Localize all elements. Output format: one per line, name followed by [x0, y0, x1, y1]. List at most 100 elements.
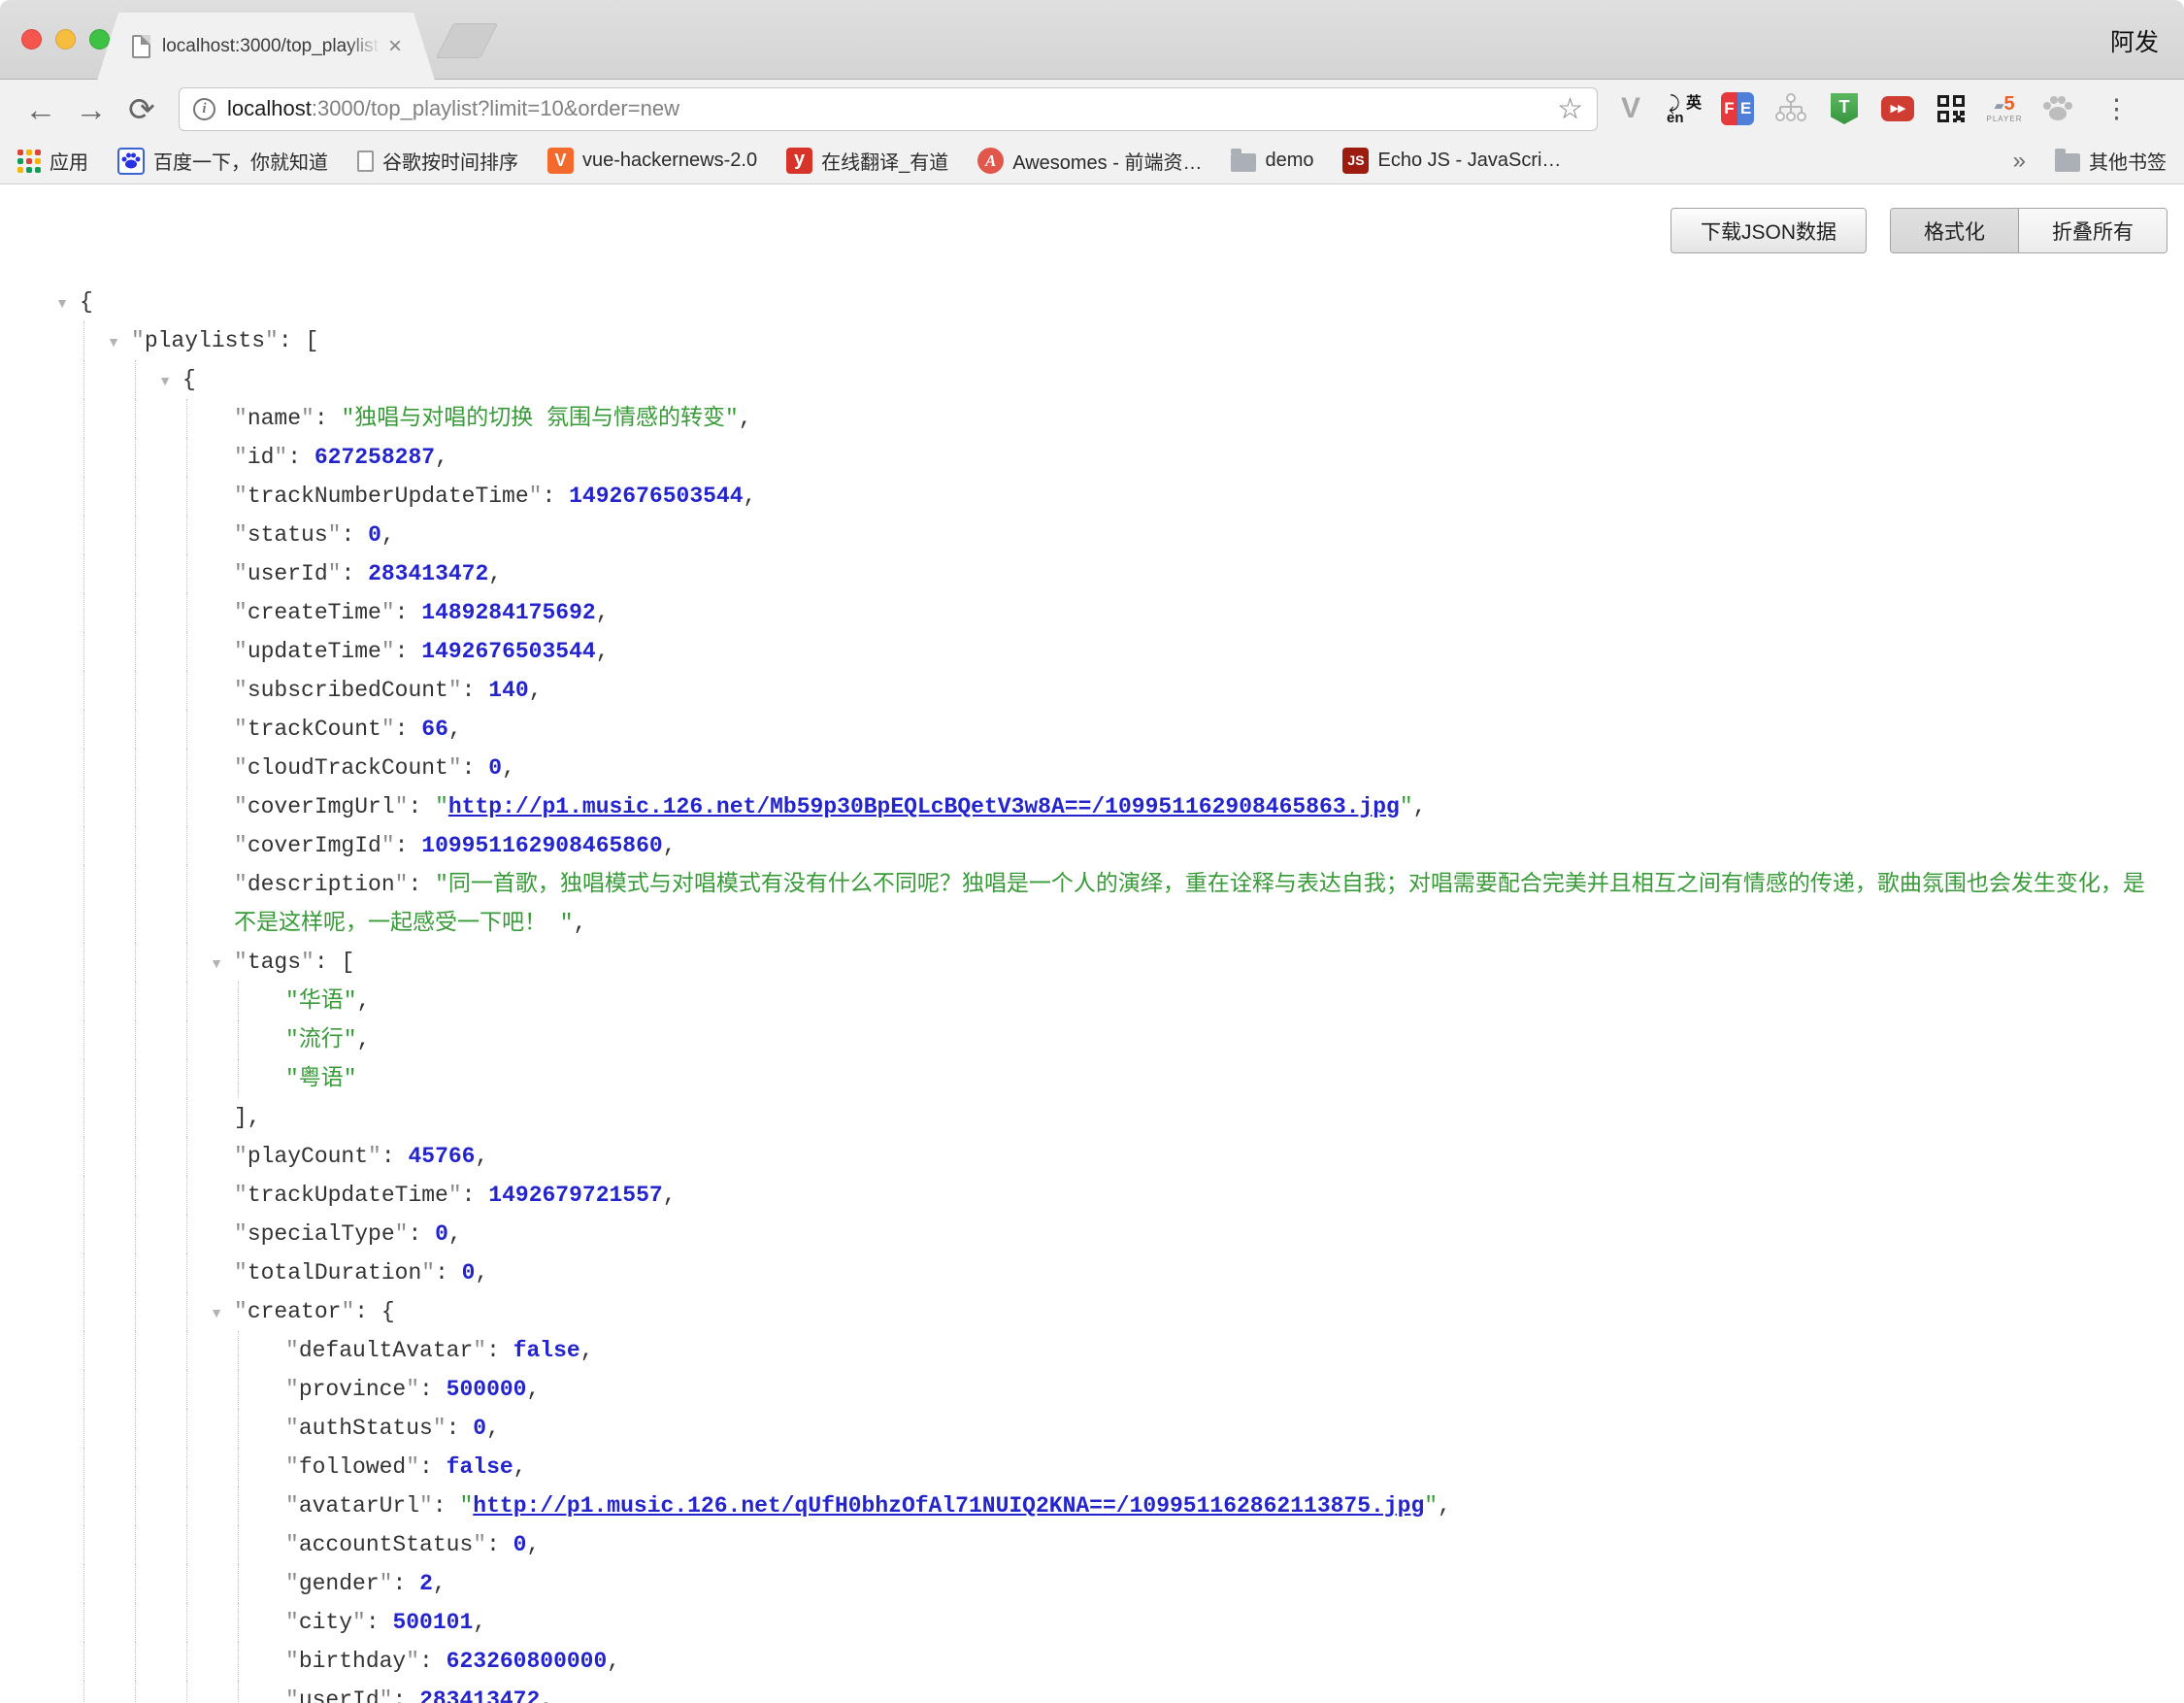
bookmark-baidu[interactable]: 百度一下，你就知道 — [117, 147, 328, 175]
other-bookmarks[interactable]: 其他书签 — [2055, 147, 2167, 175]
json-url-link[interactable]: http://p1.music.126.net/Mb59p30BpEQLcBQe… — [448, 794, 1400, 819]
indent-guide-line — [186, 1642, 187, 1681]
indent-guide-line — [186, 710, 187, 749]
qrcode-extension-icon[interactable] — [1934, 91, 1969, 126]
bookmark-google-sort[interactable]: 谷歌按时间排序 — [357, 147, 518, 175]
reload-button[interactable]: ⟳ — [116, 93, 167, 125]
collapse-toggle-icon[interactable]: ▼ — [102, 322, 125, 361]
indent-guide-line — [83, 671, 84, 710]
page-icon — [132, 35, 150, 58]
url-text: localhost:3000/top_playlist?limit=10&ord… — [227, 96, 679, 121]
fe-letter-f: F — [1721, 92, 1737, 125]
indent-guide-line — [186, 1331, 187, 1370]
indent-guide-line — [135, 1253, 136, 1292]
json-number-value: 1492679721557 — [488, 1183, 662, 1208]
tab-close-icon[interactable]: × — [388, 35, 402, 58]
page-content: 下载JSON数据 格式化 折叠所有 ▼{▼"playlists": [▼{"na… — [0, 184, 2184, 1703]
profile-name[interactable]: 阿发 — [2110, 23, 2159, 58]
minimize-window-button[interactable] — [55, 29, 76, 50]
fullscreen-window-button[interactable] — [89, 29, 110, 50]
video-speed-extension-icon[interactable]: ▶▶ — [1880, 91, 1915, 126]
indent-guide-line — [238, 1681, 239, 1703]
json-viewer-actions: 下载JSON数据 格式化 折叠所有 — [0, 184, 2184, 253]
indent-guide-line — [186, 1253, 187, 1292]
indent-guide-line — [83, 1642, 84, 1681]
indent-guide-line — [135, 943, 136, 982]
fehelper-glyph: FE — [1721, 92, 1754, 125]
indent-guide-line — [186, 477, 187, 516]
back-button[interactable]: ← — [16, 93, 66, 125]
bookmarks-overflow-chevron[interactable]: » — [2013, 148, 2026, 175]
indent-guide-line — [186, 1603, 187, 1642]
collapse-toggle-icon[interactable]: ▼ — [50, 284, 74, 322]
format-button[interactable]: 格式化 — [1891, 209, 2019, 252]
html5-player-extension-icon[interactable]: ▰5 PLAYER — [1987, 91, 2022, 126]
json-number-value: 500101 — [392, 1610, 473, 1635]
json-line: "accountStatus": 0, — [0, 1525, 2163, 1564]
indent-guide-line — [238, 1642, 239, 1681]
indent-guide-line — [135, 360, 136, 399]
vue-devtools-icon[interactable]: V — [1613, 91, 1648, 126]
indent-guide-line — [135, 865, 136, 943]
bookmark-apps[interactable]: 应用 — [17, 147, 88, 175]
indent-guide-line — [186, 749, 187, 787]
bookmark-demo-folder[interactable]: demo — [1231, 150, 1313, 172]
collapse-toggle-icon[interactable]: ▼ — [205, 1293, 228, 1332]
indent-guide-line — [135, 1486, 136, 1525]
translate-extension-icon[interactable]: ⤸ 英 en — [1667, 91, 1702, 126]
json-number-value: false — [447, 1454, 513, 1480]
indent-guide-line — [238, 1486, 239, 1525]
browser-tab[interactable]: localhost:3000/top_playlist?limit=10&ord… — [97, 13, 435, 81]
json-line: ▼{ — [0, 283, 2163, 321]
collapse-all-button[interactable]: 折叠所有 — [2019, 209, 2167, 252]
indent-guide-line — [83, 554, 84, 593]
youdao-badge-icon: y — [786, 148, 812, 174]
indent-guide-line — [83, 1370, 84, 1409]
json-number-value: 66 — [421, 717, 448, 742]
json-number-value: false — [513, 1338, 580, 1363]
json-number-value: 140 — [488, 678, 528, 703]
page-info-icon[interactable]: i — [193, 98, 215, 120]
indent-guide-line — [186, 1176, 187, 1215]
fehelper-extension-icon[interactable]: FE — [1720, 91, 1755, 126]
indent-guide-line — [135, 1603, 136, 1642]
bookmark-vue-hackernews[interactable]: V vue-hackernews-2.0 — [547, 148, 757, 174]
indent-guide-line — [135, 1292, 136, 1331]
json-url-link[interactable]: http://p1.music.126.net/qUfH0bhzOfAl71NU… — [473, 1493, 1424, 1519]
json-number-value: 627258287 — [314, 445, 435, 470]
json-number-value: 0 — [488, 755, 502, 781]
browser-toolbar: ← → ⟳ i localhost:3000/top_playlist?limi… — [0, 80, 2184, 138]
indent-guide-line — [186, 1564, 187, 1603]
close-window-button[interactable] — [21, 29, 42, 50]
bookmark-awesomes[interactable]: A Awesomes - 前端资… — [977, 147, 1202, 175]
shield-glyph: T — [1831, 93, 1858, 124]
tab-title-fade — [347, 36, 381, 57]
indent-guide-line — [83, 399, 84, 438]
forward-button[interactable]: → — [66, 93, 116, 125]
indent-guide-line — [83, 1448, 84, 1486]
echojs-badge-icon: JS — [1342, 148, 1369, 174]
json-line: "city": 500101, — [0, 1603, 2163, 1642]
indent-guide-line — [135, 671, 136, 710]
bookmark-star-icon[interactable]: ☆ — [1557, 92, 1583, 126]
collapse-toggle-icon[interactable]: ▼ — [205, 944, 228, 983]
indent-guide-line — [186, 593, 187, 632]
paw-extension-icon[interactable] — [2040, 91, 2075, 126]
collapse-toggle-icon[interactable]: ▼ — [153, 361, 177, 400]
download-json-button[interactable]: 下载JSON数据 — [1671, 208, 1867, 253]
address-bar[interactable]: i localhost:3000/top_playlist?limit=10&o… — [179, 87, 1598, 131]
new-tab-button[interactable] — [436, 23, 498, 58]
bookmark-echojs[interactable]: JS Echo JS - JavaScri… — [1342, 148, 1561, 174]
indent-guide-line — [186, 516, 187, 554]
chrome-menu-icon[interactable]: ⋮ — [2103, 96, 2130, 122]
bookmark-youdao-translate[interactable]: y 在线翻译_有道 — [786, 147, 948, 175]
json-line: "userId": 283413472, — [0, 1681, 2163, 1703]
tampermonkey-extension-icon[interactable]: T — [1827, 91, 1862, 126]
json-number-value: 45766 — [408, 1144, 475, 1169]
indent-guide-line — [238, 1603, 239, 1642]
json-line: "province": 500000, — [0, 1370, 2163, 1409]
indent-guide-line — [83, 1098, 84, 1137]
indent-guide-line — [83, 1409, 84, 1448]
sitemap-extension-icon[interactable] — [1773, 91, 1808, 126]
indent-guide-line — [238, 1409, 239, 1448]
